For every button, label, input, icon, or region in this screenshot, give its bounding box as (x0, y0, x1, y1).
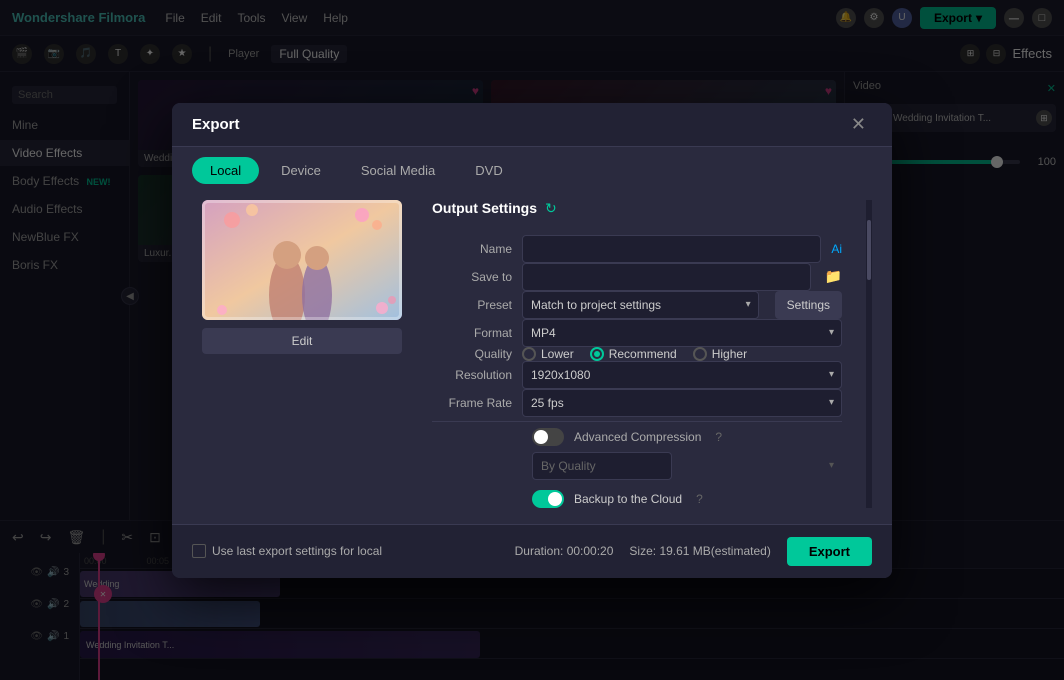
quality-label: Quality (432, 347, 512, 361)
folder-icon[interactable]: 📁 (825, 268, 842, 285)
advanced-compression-row: Advanced Compression ? (432, 428, 842, 446)
quality-recommend-option[interactable]: Recommend (590, 347, 677, 361)
quality-higher-label: Higher (712, 347, 747, 361)
frame-rate-label: Frame Rate (432, 396, 512, 410)
quality-row: Quality Lower Recomm (432, 347, 842, 361)
modal-footer: Use last export settings for local Durat… (172, 524, 892, 578)
settings-panel: Output Settings ↻ Name Ai Save to (432, 200, 846, 508)
footer-right: Duration: 00:00:20 Size: 19.61 MB(estima… (515, 537, 872, 566)
scroll-thumb (867, 220, 871, 280)
output-settings-label: Output Settings (432, 200, 537, 216)
divider-1 (432, 421, 842, 422)
preset-select[interactable]: Match to project settings (522, 291, 759, 319)
name-input[interactable] (522, 235, 821, 263)
resolution-select[interactable]: 1920x1080 (522, 361, 842, 389)
settings-button[interactable]: Settings (775, 291, 842, 319)
preview-image-inner (202, 200, 402, 320)
last-settings-checkbox[interactable] (192, 544, 206, 558)
checkbox-label: Use last export settings for local (212, 544, 382, 558)
quality-lower-option[interactable]: Lower (522, 347, 574, 361)
radio-dot (594, 351, 600, 357)
name-label: Name (432, 242, 512, 256)
backup-cloud-help-icon[interactable]: ? (696, 492, 703, 506)
tab-local[interactable]: Local (192, 157, 259, 184)
app-background: Wondershare Filmora File Edit Tools View… (0, 0, 1064, 680)
modal-close-button[interactable]: ✕ (845, 113, 872, 135)
edit-button[interactable]: Edit (202, 328, 402, 354)
frame-rate-select[interactable]: 25 fps (522, 389, 842, 417)
format-row: Format MP4 ▾ (432, 319, 842, 347)
preset-row: Preset Match to project settings ▾ Setti… (432, 291, 842, 319)
modal-title: Export (192, 116, 240, 133)
quality-recommend-radio[interactable] (590, 347, 604, 361)
modal-overlay: Export ✕ Local Device Social Media DVD (0, 0, 1064, 680)
preview-panel: Edit (192, 200, 412, 508)
resolution-row: Resolution 1920x1080 ▾ (432, 361, 842, 389)
preset-label: Preset (432, 298, 512, 312)
export-tab-row: Local Device Social Media DVD (172, 147, 892, 184)
export-modal: Export ✕ Local Device Social Media DVD (172, 103, 892, 578)
format-select-wrapper: MP4 ▾ (522, 319, 842, 347)
advanced-compression-label: Advanced Compression (574, 430, 701, 444)
tab-social-media[interactable]: Social Media (343, 157, 453, 184)
modal-body: Edit Output Settings ↻ Name Ai (172, 184, 892, 524)
quality-lower-radio[interactable] (522, 347, 536, 361)
by-quality-chevron-icon: ▾ (829, 460, 834, 471)
backup-cloud-row: Backup to the Cloud ? (432, 490, 842, 508)
save-to-label: Save to (432, 270, 512, 284)
save-to-input[interactable] (522, 263, 811, 291)
scroll-indicator[interactable] (866, 200, 872, 508)
by-quality-wrapper: By Quality ▾ (532, 452, 842, 480)
by-quality-select[interactable]: By Quality (532, 452, 672, 480)
quality-radio-group: Lower Recommend Hi (522, 347, 747, 361)
frame-rate-row: Frame Rate 25 fps ▾ (432, 389, 842, 417)
by-quality-row: By Quality ▾ (432, 452, 842, 480)
export-button-modal[interactable]: Export (787, 537, 872, 566)
tab-device[interactable]: Device (263, 157, 339, 184)
advanced-compression-help-icon[interactable]: ? (715, 430, 722, 444)
name-row: Name Ai (432, 235, 842, 263)
ai-icon[interactable]: Ai (831, 242, 842, 256)
advanced-compression-toggle[interactable] (532, 428, 564, 446)
modal-header: Export ✕ (172, 103, 892, 147)
preview-image-svg (202, 200, 402, 320)
resolution-select-wrapper: 1920x1080 ▾ (522, 361, 842, 389)
settings-scroll-area: Name Ai Save to 📁 Preset (432, 235, 846, 508)
quality-higher-option[interactable]: Higher (693, 347, 747, 361)
save-to-row: Save to 📁 (432, 263, 842, 291)
preview-image (202, 200, 402, 320)
quality-lower-label: Lower (541, 347, 574, 361)
tab-dvd[interactable]: DVD (457, 157, 520, 184)
backup-cloud-label: Backup to the Cloud (574, 492, 682, 506)
quality-higher-radio[interactable] (693, 347, 707, 361)
format-select[interactable]: MP4 (522, 319, 842, 347)
size-text: Size: 19.61 MB(estimated) (629, 544, 770, 558)
frame-rate-select-wrapper: 25 fps ▾ (522, 389, 842, 417)
resolution-label: Resolution (432, 368, 512, 382)
preset-select-wrapper: Match to project settings ▾ (522, 291, 759, 319)
format-label: Format (432, 326, 512, 340)
toggle-knob (534, 430, 548, 444)
quality-recommend-label: Recommend (609, 347, 677, 361)
backup-toggle-knob (548, 492, 562, 506)
checkbox-row: Use last export settings for local (192, 544, 382, 558)
output-settings-header: Output Settings ↻ (432, 200, 846, 217)
refresh-icon[interactable]: ↻ (545, 200, 557, 217)
backup-cloud-toggle[interactable] (532, 490, 564, 508)
duration-text: Duration: 00:00:20 (515, 544, 614, 558)
